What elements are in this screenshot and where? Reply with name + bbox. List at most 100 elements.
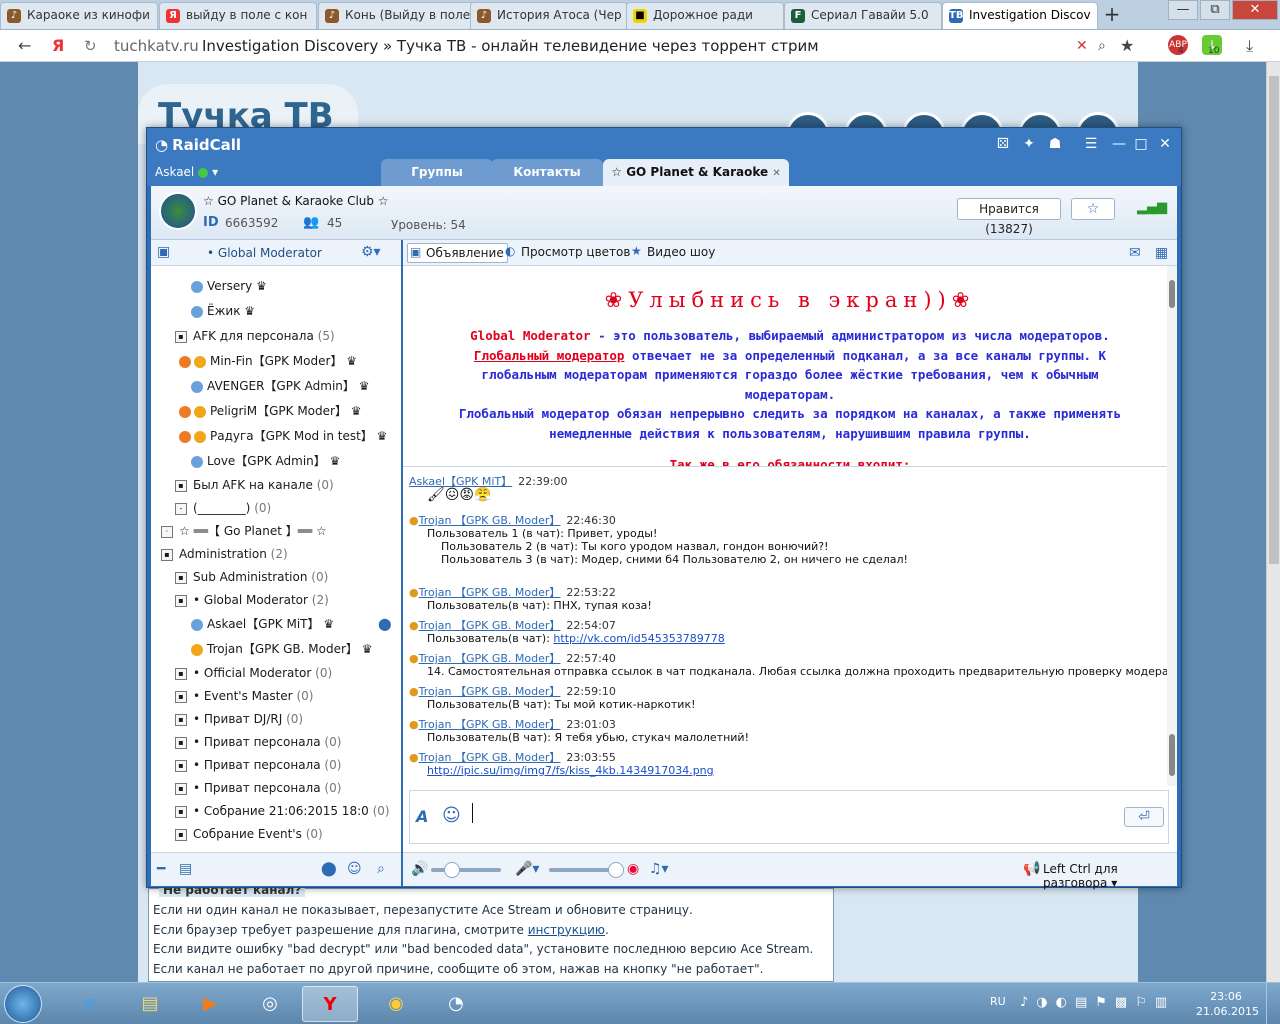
- system-tray[interactable]: ♪◑◐▤⚑▩⚐▥: [1020, 995, 1175, 1010]
- menu-icon[interactable]: ☰: [1081, 135, 1101, 153]
- chat-nick[interactable]: Trojan 【GPK GB. Moder】: [419, 685, 561, 698]
- yandex-icon[interactable]: Я: [52, 36, 64, 55]
- chat-scrollbar[interactable]: [1167, 466, 1177, 786]
- page-scrollbar[interactable]: [1266, 62, 1280, 982]
- tree-channel[interactable]: ▪ Был AFK на канале (0): [175, 475, 334, 495]
- close-button[interactable]: ✕: [1232, 0, 1278, 20]
- gamepad-icon[interactable]: ⚄: [993, 135, 1013, 153]
- smiley-icon[interactable]: ☺: [442, 805, 461, 826]
- collapse-all-icon[interactable]: ━: [157, 861, 165, 877]
- chat-nick[interactable]: Trojan 【GPK GB. Moder】: [419, 751, 561, 764]
- stop-icon[interactable]: ✕: [1076, 38, 1088, 54]
- chat-nick[interactable]: Trojan 【GPK GB. Moder】: [419, 619, 561, 632]
- announcement-scrollbar[interactable]: [1167, 266, 1177, 466]
- tree-channel[interactable]: ▪ • Global Moderator (2): [175, 590, 329, 610]
- microphone-icon[interactable]: 🎤▾: [515, 861, 539, 877]
- tree-channel[interactable]: - (________) (0): [175, 498, 271, 518]
- tree-channel[interactable]: ▪ AFK для персонала (5): [175, 326, 335, 346]
- explorer-icon[interactable]: ▤: [122, 986, 178, 1022]
- scroll-thumb[interactable]: [1269, 76, 1279, 564]
- tree-user[interactable]: Love【GPK Admin】 ♛: [191, 451, 340, 471]
- tab-contacts[interactable]: Контакты: [491, 159, 603, 186]
- tree-user[interactable]: Trojan【GPK GB. Moder】 ♛: [191, 639, 372, 659]
- maximize-icon[interactable]: □: [1131, 135, 1151, 153]
- show-desktop-button[interactable]: [1266, 983, 1280, 1024]
- view-colors-button[interactable]: ◐ Просмотр цветов: [503, 243, 633, 263]
- chat-link[interactable]: http://vk.com/id545353789778: [553, 632, 724, 645]
- yandex-browser-icon[interactable]: Y: [302, 986, 358, 1022]
- tree-user[interactable]: Min-Fin【GPK Moder】 ♛: [179, 351, 357, 371]
- collapse-icon[interactable]: ·: [161, 525, 173, 538]
- volume-slider-knob[interactable]: [444, 862, 460, 878]
- tree-user[interactable]: AVENGER【GPK Admin】 ♛: [191, 376, 370, 396]
- network-icon[interactable]: ◎: [242, 986, 298, 1022]
- push-to-talk-setting[interactable]: Left Ctrl для разговора ▾: [1043, 862, 1177, 890]
- scroll-thumb[interactable]: [1169, 280, 1175, 308]
- omnibox[interactable]: ↻ tuchkatv.ru Investigation Discovery » …: [84, 34, 1148, 58]
- close-icon[interactable]: ✕: [1155, 135, 1175, 153]
- chat-input-box[interactable]: A ☺ ⏎: [409, 790, 1169, 844]
- card-icon[interactable]: ▤: [179, 861, 192, 877]
- browser-tab[interactable]: ♪ Конь (Выйду в поле: [318, 2, 476, 29]
- tree-channel[interactable]: ▪ • Приват персонала (0): [175, 778, 341, 798]
- chat-nick[interactable]: Trojan 【GPK GB. Moder】: [419, 586, 561, 599]
- new-tab-button[interactable]: +: [1098, 4, 1126, 26]
- back-icon[interactable]: ←: [18, 36, 31, 55]
- announcement-button[interactable]: ▣ Объявление: [407, 243, 508, 263]
- chat-link[interactable]: http://ipic.su/img/img7/fs/kiss_4kb.1434…: [427, 764, 714, 777]
- chevron-down-icon[interactable]: ▾: [212, 165, 218, 179]
- start-button[interactable]: [4, 985, 42, 1023]
- raidcall-icon[interactable]: ◔: [428, 986, 484, 1022]
- channel-icon[interactable]: ▣: [157, 244, 170, 260]
- favorite-button[interactable]: ☆: [1071, 198, 1115, 220]
- mic-slider-knob[interactable]: [607, 862, 624, 878]
- browser-tab[interactable]: ♪ Караоке из кинофи: [0, 2, 158, 29]
- tab-groups[interactable]: Группы: [381, 159, 493, 186]
- music-icon[interactable]: ♫▾: [649, 861, 669, 877]
- ie-icon[interactable]: e: [62, 986, 118, 1022]
- clock[interactable]: 23:06 21.06.2015: [1196, 989, 1259, 1019]
- tree-channel[interactable]: ▪ Sub Administration (0): [175, 567, 328, 587]
- scroll-thumb[interactable]: [1169, 734, 1175, 776]
- video-show-button[interactable]: ★ Видео шоу: [629, 243, 718, 263]
- browser-tab[interactable]: ■ Дорожное ради: [626, 2, 784, 29]
- star-icon[interactable]: ★: [1120, 36, 1134, 55]
- tree-channel[interactable]: ▪ • Приват DJ/RJ (0): [175, 709, 303, 729]
- chat-nick[interactable]: Trojan 【GPK GB. Moder】: [419, 652, 561, 665]
- speaker-icon[interactable]: 🔊: [411, 861, 428, 877]
- tree-user[interactable]: PeligriM【GPK Moder】 ♛: [179, 401, 362, 421]
- tree-user[interactable]: Versery ♛: [191, 276, 267, 296]
- like-button[interactable]: Нравится (13827): [957, 198, 1061, 236]
- gift-box-icon[interactable]: ▦: [1155, 245, 1168, 261]
- tab-close-icon[interactable]: ✕: [772, 168, 780, 179]
- location-icon[interactable]: ⬤: [321, 861, 337, 877]
- record-icon[interactable]: ◉: [627, 861, 639, 877]
- tree-channel[interactable]: · ☆ ══【 Go Planet 】══ ☆: [161, 521, 327, 541]
- shirt-icon[interactable]: ☗: [1045, 135, 1065, 153]
- media-player-icon[interactable]: ▶: [182, 986, 238, 1022]
- volume-slider-track[interactable]: [431, 868, 501, 872]
- browser-tab[interactable]: F Сериал Гавайи 5.0: [784, 2, 942, 29]
- tree-channel[interactable]: ▪ • Приват персонала (0): [175, 732, 341, 752]
- maximize-button[interactable]: ⧉: [1200, 0, 1230, 20]
- tree-user-self[interactable]: Askael【GPK MiT】 ♛ ⬤: [191, 614, 392, 634]
- download-icon[interactable]: ⤓: [1246, 36, 1253, 56]
- browser-tab[interactable]: Явыйду в поле с кон: [159, 2, 317, 29]
- send-button[interactable]: ⏎: [1124, 807, 1164, 827]
- browser-tab-active[interactable]: ТВ Investigation Discov: [942, 2, 1098, 29]
- instruction-link[interactable]: инструкцию: [528, 923, 605, 937]
- chrome-icon[interactable]: ◉: [368, 986, 424, 1022]
- collapse-icon[interactable]: -: [175, 502, 187, 515]
- browser-tab[interactable]: ♪ История Атоса (Чер: [470, 2, 628, 29]
- language-indicator[interactable]: RU: [990, 995, 1006, 1008]
- tree-channel[interactable]: ▪ • Official Moderator (0): [175, 663, 332, 683]
- minimize-button[interactable]: —: [1168, 0, 1198, 20]
- tree-channel[interactable]: ▪ • Собрание 21:06:2015 18:0 (0): [175, 801, 390, 821]
- tree-channel[interactable]: ▪ Собрание Event's (0): [175, 824, 323, 844]
- channel-settings-icon[interactable]: ⚙▾: [361, 244, 381, 260]
- reload-icon[interactable]: ↻: [84, 34, 104, 58]
- user-icon[interactable]: ☺: [347, 861, 362, 877]
- tree-user[interactable]: Радуга【GPK Mod in test】 ♛: [179, 426, 387, 446]
- current-user[interactable]: Askael ▾: [155, 165, 218, 179]
- tree-channel[interactable]: ▪ • Event's Master (0): [175, 686, 313, 706]
